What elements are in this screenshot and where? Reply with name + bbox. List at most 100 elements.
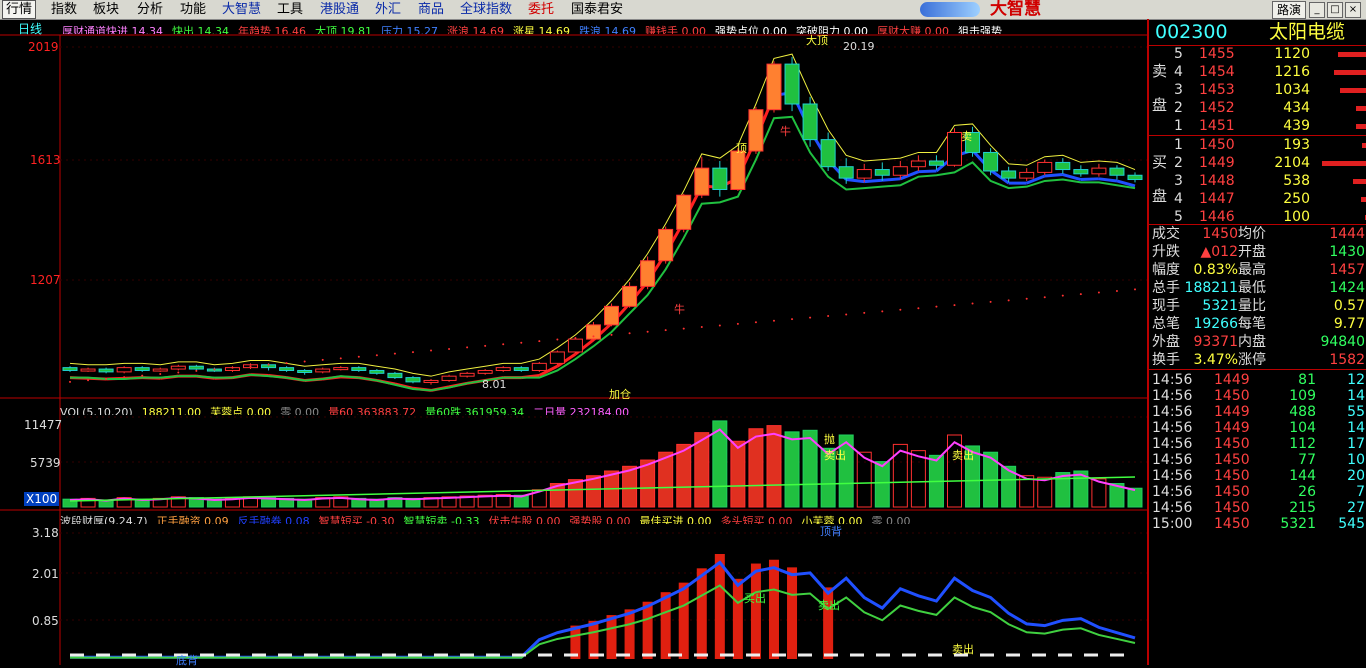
- signal-throw: 抛: [824, 433, 835, 446]
- trend-dot: [430, 349, 433, 352]
- vol_indicators-2: 芙蓉点 0.00: [210, 406, 272, 415]
- trend-dot: [303, 360, 306, 363]
- main_indicators-11: 厚财大赚 0.00: [877, 25, 949, 34]
- menu-item-index[interactable]: 指数: [51, 0, 77, 19]
- ask-price: 1455: [1199, 46, 1235, 62]
- kline-chart-area[interactable]: 日线 厚财通道快进 14.34 快出 14.34 年趋势 16.46 大顶 19.81…: [0, 19, 1147, 667]
- bid-row: 4 1447 250: [1149, 190, 1366, 208]
- vol_indicators-5: 量60跌 361959.34: [425, 406, 525, 415]
- quote-row: 总笔 19266 每笔 9.77: [1149, 315, 1366, 333]
- quote-label-2: 均价: [1238, 226, 1266, 242]
- candle-body: [820, 139, 836, 168]
- quote-row: 换手 3.47% 涨停 1582: [1149, 351, 1366, 369]
- minimize-button[interactable]: _: [1309, 2, 1325, 18]
- trend-dot: [1115, 289, 1118, 292]
- bid-volume: 538: [1283, 173, 1310, 189]
- main_indicators-6: 涨星 14.69: [513, 25, 570, 34]
- menu-item-forex[interactable]: 外汇: [375, 0, 401, 19]
- menu-item-hk-connect[interactable]: 港股通: [320, 0, 359, 19]
- osc_indicators-3: 智慧短买 -0.30: [318, 515, 395, 524]
- candle-body: [170, 365, 186, 370]
- candle-body: [134, 367, 150, 371]
- price-peak-annotation: 20.19: [843, 40, 875, 53]
- candle-body: [874, 169, 890, 176]
- candle-body: [658, 228, 674, 262]
- ask-volume: 1216: [1274, 64, 1310, 80]
- menu-item-function[interactable]: 功能: [180, 0, 206, 19]
- candle-body: [802, 103, 818, 141]
- book-volume-bar: [1353, 179, 1366, 184]
- trend-dot: [592, 335, 595, 338]
- menu-item-broker[interactable]: 国泰君安: [571, 0, 623, 19]
- trend-dot: [917, 307, 920, 310]
- trend-dot: [881, 310, 884, 313]
- tick-time: 15:00: [1152, 516, 1193, 532]
- candle-body: [730, 150, 746, 190]
- menu-item-market[interactable]: 行情: [2, 0, 37, 19]
- bid-level: 2: [1174, 155, 1183, 171]
- close-button[interactable]: ×: [1345, 2, 1361, 18]
- main_indicators-2: 年趋势 16.46: [238, 25, 306, 34]
- price-series: [62, 53, 1143, 392]
- main_indicators-0: 厚财通道快进 14.34: [62, 25, 163, 34]
- osc_indicators-4: 智慧短卖 -0.33: [403, 515, 480, 524]
- candle-body: [892, 166, 908, 176]
- quote-label-2: 涨停: [1238, 352, 1266, 368]
- quote-row: 幅度 0.83% 最高 1457: [1149, 261, 1366, 279]
- candle-body: [297, 369, 313, 373]
- signal-add-position: 加仓: [609, 388, 631, 401]
- oscillator-series: [70, 554, 1136, 659]
- book-volume-bar: [1356, 106, 1366, 111]
- trend-dot: [321, 358, 324, 361]
- trend-dot: [989, 300, 992, 303]
- volume-bar: [766, 425, 782, 508]
- menu-item-analysis[interactable]: 分析: [137, 0, 163, 19]
- ask-price: 1452: [1199, 100, 1235, 116]
- ask-row: 5 1455 1120: [1149, 45, 1366, 63]
- menu-item-sector[interactable]: 板块: [93, 0, 119, 19]
- osc_indicators-10: 零 0.00: [871, 515, 911, 524]
- maximize-button[interactable]: □: [1327, 2, 1343, 18]
- vol-axis-unit: X100: [24, 492, 60, 506]
- candle-body: [80, 368, 96, 372]
- volume-bar: [1037, 476, 1053, 508]
- main_indicators-1: 快出 14.34: [172, 25, 229, 34]
- period-label[interactable]: 日线: [18, 20, 42, 37]
- quote-value-2: 1444: [1329, 226, 1365, 242]
- trend-dot: [682, 327, 685, 330]
- trend-dot: [448, 347, 451, 350]
- candle-body: [333, 367, 349, 371]
- trend-dot: [899, 308, 902, 311]
- trend-line-segment: [864, 178, 883, 184]
- quote-label-2: 最高: [1238, 262, 1266, 278]
- vol_indicators-0: VOL(5,10,20): [60, 406, 133, 415]
- osc-bar: [768, 559, 779, 659]
- book-volume-bar: [1338, 52, 1366, 57]
- ask-row: 1 1451 439: [1149, 117, 1366, 135]
- price-axis-low: 1207: [30, 273, 61, 287]
- trend-dot: [1079, 293, 1082, 296]
- menu-item-global-index[interactable]: 全球指数: [460, 0, 512, 19]
- trend-dot: [267, 363, 270, 366]
- menu-item-order[interactable]: 委托: [528, 0, 554, 19]
- trend-dot: [141, 374, 144, 377]
- candle-body: [856, 169, 872, 179]
- menu-item-commodity[interactable]: 商品: [418, 0, 444, 19]
- trend-dot: [953, 304, 956, 307]
- volume-bar: [910, 450, 926, 508]
- bid-price: 1450: [1199, 137, 1235, 153]
- quote-value: 5321: [1202, 298, 1238, 314]
- osc_indicators-6: 强势股 0.00: [569, 515, 631, 524]
- osc-bar: [588, 620, 599, 659]
- candle-body: [387, 372, 403, 379]
- roadshow-button[interactable]: 路演: [1272, 1, 1307, 19]
- book-volume-bar: [1322, 161, 1366, 166]
- quote-value-2: 1457: [1329, 262, 1365, 278]
- menu-item-dzh[interactable]: 大智慧: [222, 0, 261, 19]
- quote-label-2: 量比: [1238, 298, 1266, 314]
- candle-body: [1127, 174, 1143, 181]
- volume-bar: [730, 440, 746, 508]
- osc-bar: [714, 554, 725, 659]
- menu-item-tools[interactable]: 工具: [277, 0, 303, 19]
- candle-body: [98, 368, 114, 373]
